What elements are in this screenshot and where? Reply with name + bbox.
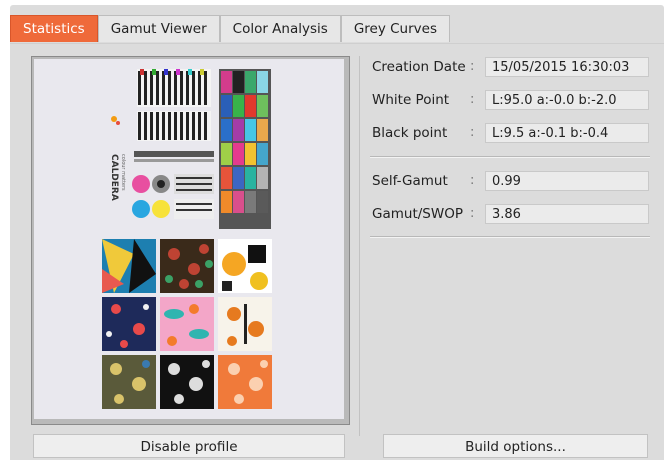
white-point-colon: :: [470, 92, 475, 107]
gamut-swop-label: Gamut/SWOP: [372, 206, 463, 222]
self-gamut-colon: :: [470, 173, 475, 188]
svg-text:CALDERA: CALDERA: [109, 154, 119, 201]
tab-statistics[interactable]: Statistics: [10, 15, 98, 42]
build-options-button[interactable]: Build options...: [383, 434, 648, 458]
self-gamut-label: Self-Gamut: [372, 173, 448, 189]
disable-profile-button[interactable]: Disable profile: [33, 434, 345, 458]
creation-date-colon: :: [470, 59, 475, 74]
creation-date-field: 15/05/2015 16:30:03: [485, 57, 649, 77]
svg-text:colour matters: colour matters: [120, 154, 126, 191]
test-chart-image: CALDERA colour matters: [102, 69, 272, 409]
tab-bar: Statistics Gamut Viewer Color Analysis G…: [10, 13, 450, 43]
tab-color-analysis[interactable]: Color Analysis: [219, 15, 341, 42]
separator-2: [370, 236, 650, 238]
gamut-swop-field: 3.86: [485, 204, 649, 224]
tab-gamut-viewer[interactable]: Gamut Viewer: [97, 15, 220, 42]
tab-grey-curves[interactable]: Grey Curves: [340, 15, 450, 42]
preview-image: CALDERA colour matters: [34, 59, 344, 419]
creation-date-label: Creation Date: [372, 59, 466, 75]
black-point-colon: :: [470, 125, 475, 140]
black-point-label: Black point: [372, 125, 448, 141]
panel-divider: [359, 56, 360, 436]
white-point-field: L:95.0 a:-0.0 b:-2.0: [485, 90, 649, 110]
black-point-field: L:9.5 a:-0.1 b:-0.4: [485, 123, 649, 143]
separator-1: [370, 156, 650, 158]
white-point-label: White Point: [372, 92, 450, 108]
gamut-swop-colon: :: [470, 206, 475, 221]
self-gamut-field: 0.99: [485, 171, 649, 191]
